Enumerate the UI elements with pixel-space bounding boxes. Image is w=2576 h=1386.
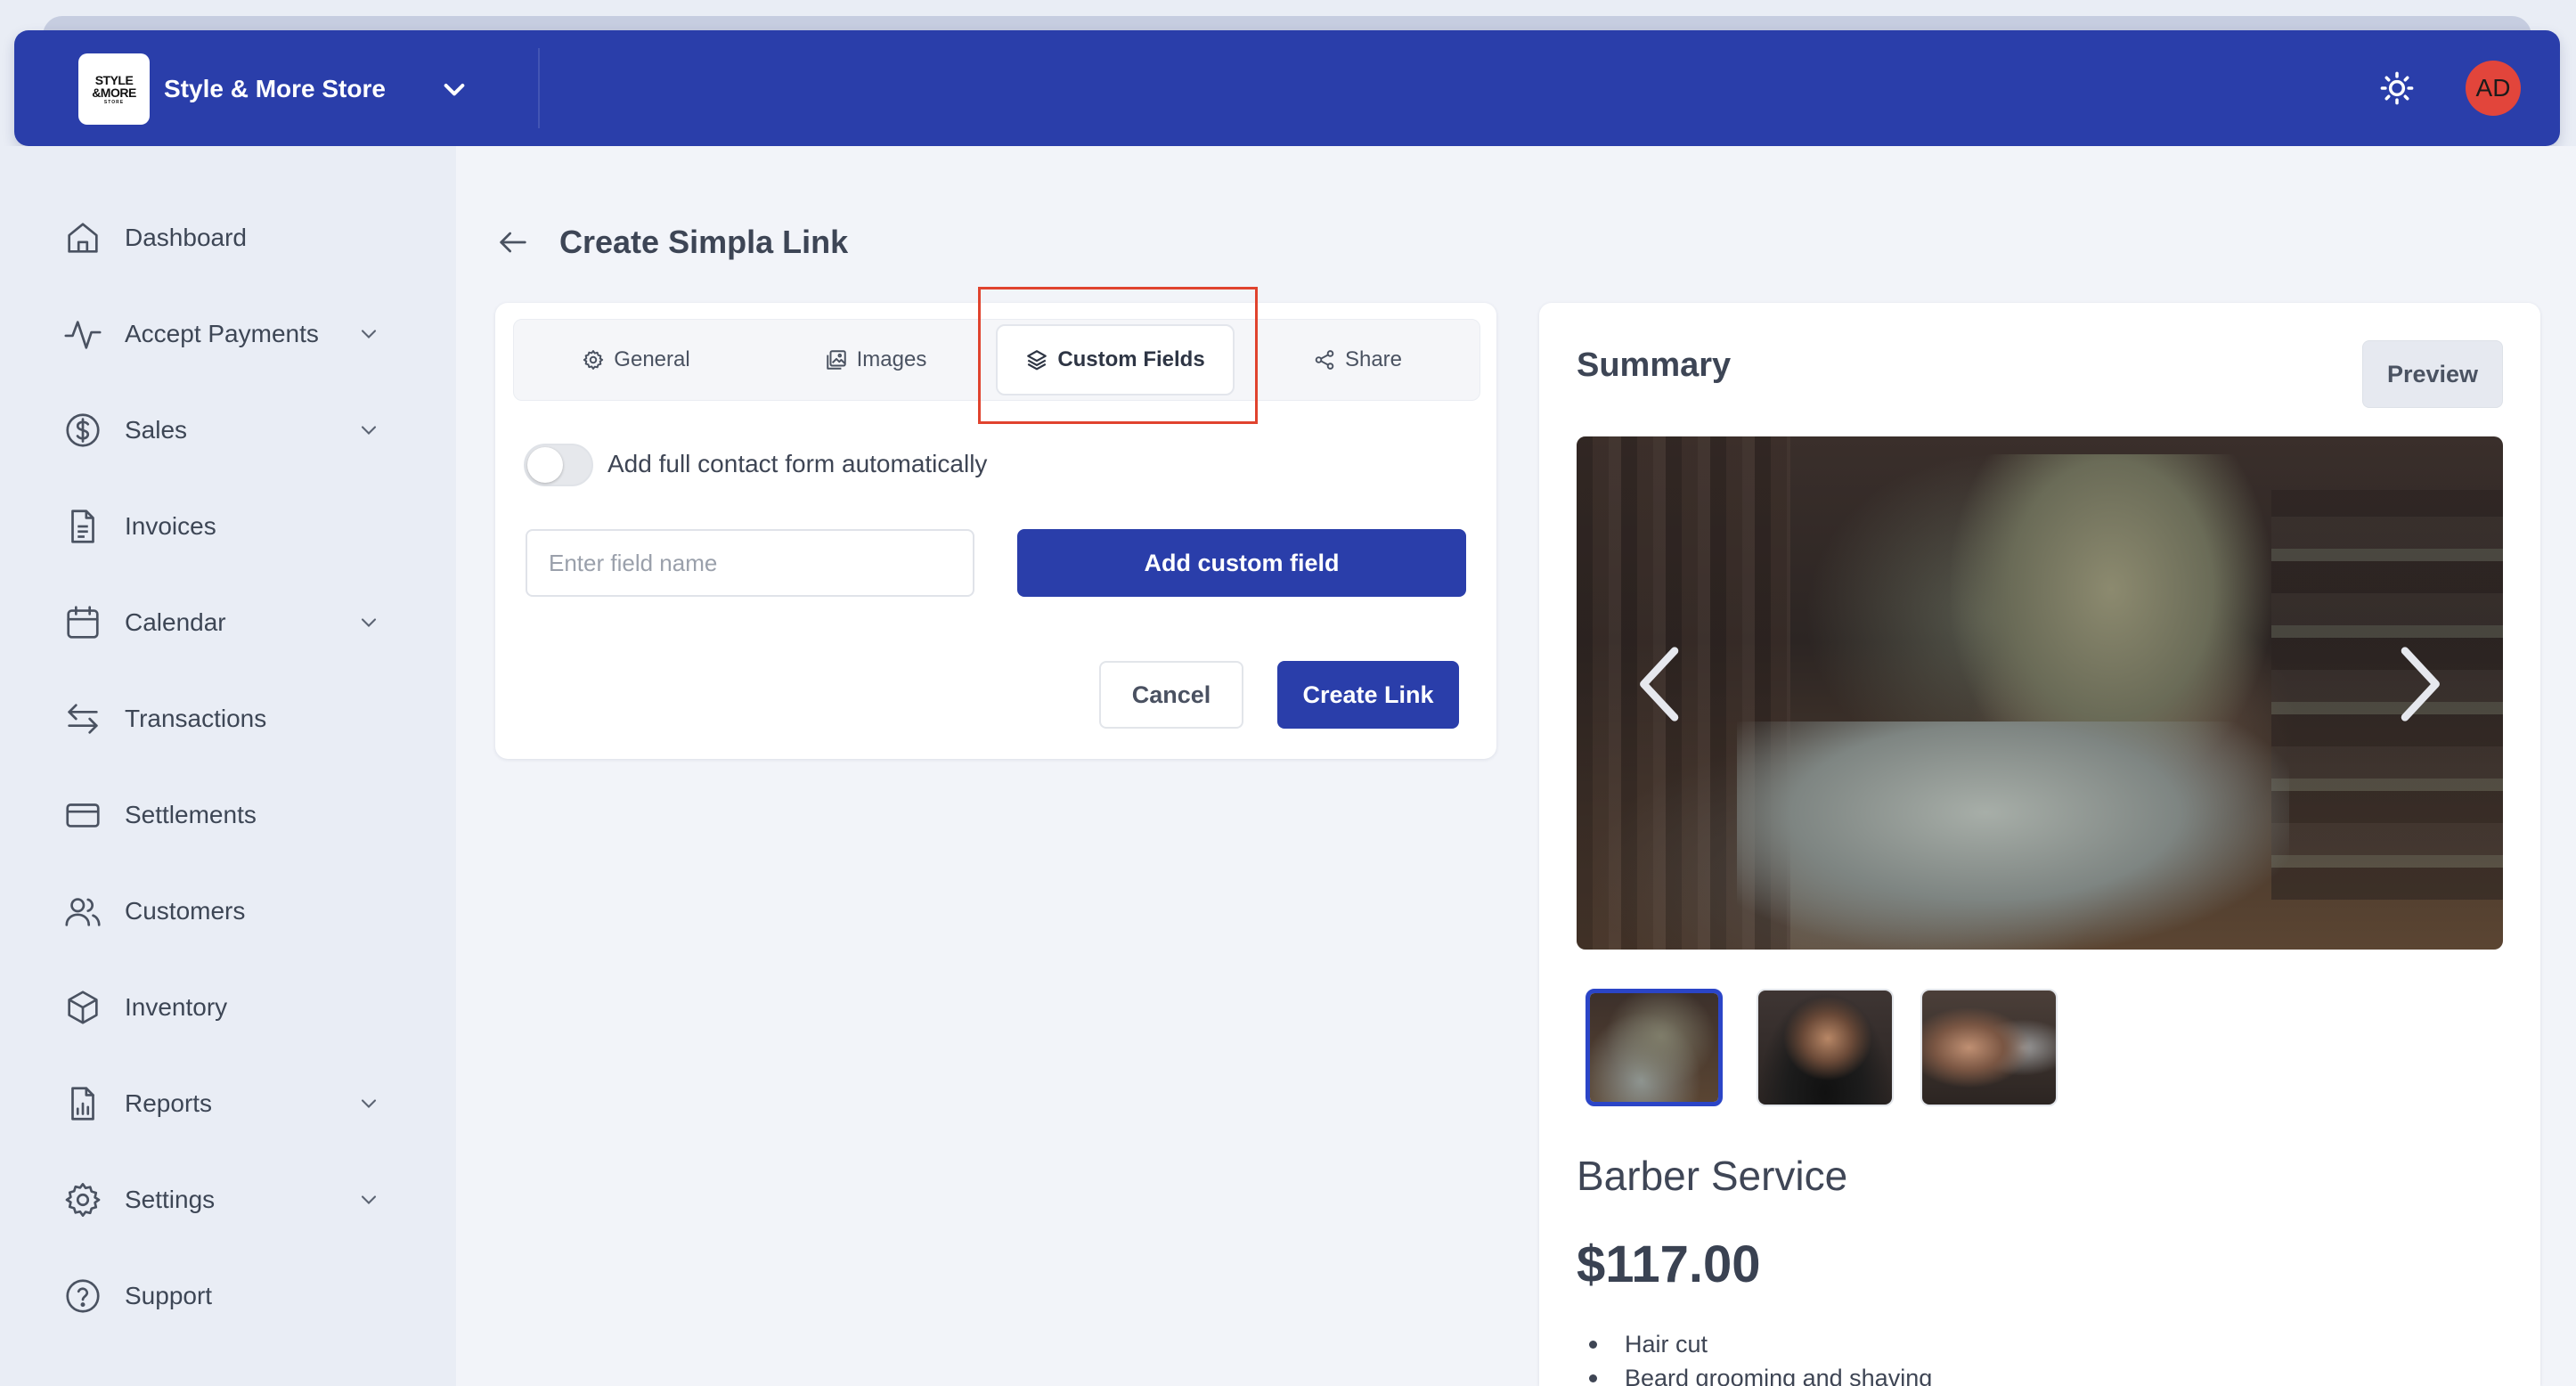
home-icon xyxy=(68,223,98,253)
sidebar-item-inventory[interactable]: Inventory xyxy=(53,976,392,1039)
images-icon xyxy=(826,350,846,370)
feature-list: Hair cut Beard grooming and shaving xyxy=(1577,1327,2289,1386)
arrows-left-right-icon xyxy=(68,704,98,734)
sidebar-item-settings[interactable]: Settings xyxy=(53,1169,392,1231)
product-thumbnail[interactable] xyxy=(1920,989,2058,1106)
tab-general[interactable]: General xyxy=(513,324,759,395)
tab-label: General xyxy=(614,347,690,371)
dollar-circle-icon xyxy=(66,413,100,447)
sidebar-item-transactions[interactable]: Transactions xyxy=(53,688,392,750)
sidebar-item-label: Transactions xyxy=(125,705,267,732)
chevron-down-icon[interactable] xyxy=(440,75,469,103)
sidebar-item-label: Calendar xyxy=(125,608,226,636)
toggle-knob xyxy=(527,447,563,483)
sidebar-item-label: Invoices xyxy=(125,512,216,540)
sidebar-item-label: Accept Payments xyxy=(125,320,319,347)
thumbnail-image xyxy=(1590,993,1718,1102)
list-item: Hair cut xyxy=(1577,1327,2289,1361)
tab-share[interactable]: Share xyxy=(1238,324,1477,395)
sidebar: Dashboard Accept Payments Sales Invoices… xyxy=(0,146,456,1386)
product-price: $117.00 xyxy=(1577,1235,1761,1293)
page-title: Create Simpla Link xyxy=(559,224,849,260)
logo-line-3: STORE xyxy=(103,99,125,105)
sidebar-item-label: Reports xyxy=(125,1089,213,1117)
product-image-background xyxy=(2271,490,2503,900)
tab-label: Custom Fields xyxy=(1057,347,1205,371)
logo-line-1: STYLE xyxy=(94,72,134,87)
sidebar-item-label: Settlements xyxy=(125,801,257,828)
custom-field-name-input[interactable] xyxy=(526,529,974,597)
sidebar-item-accept-payments[interactable]: Accept Payments xyxy=(53,303,392,365)
sidebar-item-label: Inventory xyxy=(125,993,228,1021)
arrow-left-icon[interactable] xyxy=(495,224,531,260)
box-icon xyxy=(68,991,98,1024)
cancel-button[interactable]: Cancel xyxy=(1099,661,1243,729)
tab-custom-fields[interactable]: Custom Fields xyxy=(996,324,1235,395)
add-custom-field-button[interactable]: Add custom field xyxy=(1017,529,1466,597)
chevron-right-icon[interactable] xyxy=(2391,641,2448,727)
store-logo[interactable]: STYLE &MORE STORE xyxy=(78,53,150,125)
gear-icon xyxy=(65,1183,101,1217)
logo-line-2: &MORE xyxy=(92,85,136,100)
chevron-down-icon[interactable] xyxy=(356,322,381,346)
tab-label: Share xyxy=(1344,347,1403,371)
thumbnail-image xyxy=(1922,991,2056,1105)
sidebar-item-label: Support xyxy=(125,1282,213,1309)
sidebar-item-label: Settings xyxy=(125,1186,216,1213)
thumbnail-image xyxy=(1758,991,1892,1105)
chevron-down-icon[interactable] xyxy=(356,1187,381,1212)
contact-form-toggle[interactable] xyxy=(524,444,593,486)
contact-form-toggle-label: Add full contact form automatically xyxy=(607,450,988,477)
users-icon xyxy=(65,898,101,926)
chevron-down-icon[interactable] xyxy=(356,1091,381,1116)
store-name[interactable]: Style & More Store xyxy=(164,77,386,102)
chevron-left-icon[interactable] xyxy=(1632,641,1689,727)
sidebar-item-reports[interactable]: Reports xyxy=(53,1072,392,1135)
create-link-button[interactable]: Create Link xyxy=(1277,661,1459,729)
credit-card-icon xyxy=(66,803,100,828)
product-thumbnail[interactable] xyxy=(1757,989,1894,1106)
chevron-down-icon[interactable] xyxy=(356,418,381,443)
sidebar-item-dashboard[interactable]: Dashboard xyxy=(53,207,392,269)
tab-images[interactable]: Images xyxy=(759,324,992,395)
sun-icon[interactable] xyxy=(2378,69,2416,107)
sidebar-item-invoices[interactable]: Invoices xyxy=(53,495,392,558)
activity-icon xyxy=(64,321,102,349)
sidebar-item-sales[interactable]: Sales xyxy=(53,399,392,461)
file-text-icon xyxy=(71,510,94,543)
tab-label: Images xyxy=(856,347,927,371)
sidebar-item-settlements[interactable]: Settlements xyxy=(53,784,392,846)
sidebar-item-label: Dashboard xyxy=(125,224,247,251)
chevron-down-icon[interactable] xyxy=(356,610,381,635)
gear-icon xyxy=(583,350,604,370)
sidebar-item-support[interactable]: Support xyxy=(53,1265,392,1327)
share-icon xyxy=(1315,350,1334,370)
product-image-subject xyxy=(1737,722,2289,950)
product-thumbnail[interactable] xyxy=(1586,989,1723,1106)
list-item: Beard grooming and shaving xyxy=(1577,1361,2289,1386)
preview-button[interactable]: Preview xyxy=(2362,340,2503,408)
report-icon xyxy=(71,1087,94,1121)
sidebar-item-customers[interactable]: Customers xyxy=(53,880,392,942)
top-bar: STYLE &MORE STORE Style & More Store AD xyxy=(14,30,2560,146)
product-image-carousel[interactable] xyxy=(1577,436,2503,950)
topbar-divider xyxy=(538,48,540,128)
sidebar-item-label: Sales xyxy=(125,416,188,444)
sidebar-item-calendar[interactable]: Calendar xyxy=(53,591,392,654)
summary-title: Summary xyxy=(1577,346,1732,384)
calendar-icon xyxy=(67,606,99,639)
user-avatar[interactable]: AD xyxy=(2466,61,2521,116)
help-circle-icon xyxy=(66,1279,100,1313)
layers-icon xyxy=(1027,350,1048,371)
sidebar-item-label: Customers xyxy=(125,897,246,925)
product-name: Barber Service xyxy=(1577,1153,1848,1199)
